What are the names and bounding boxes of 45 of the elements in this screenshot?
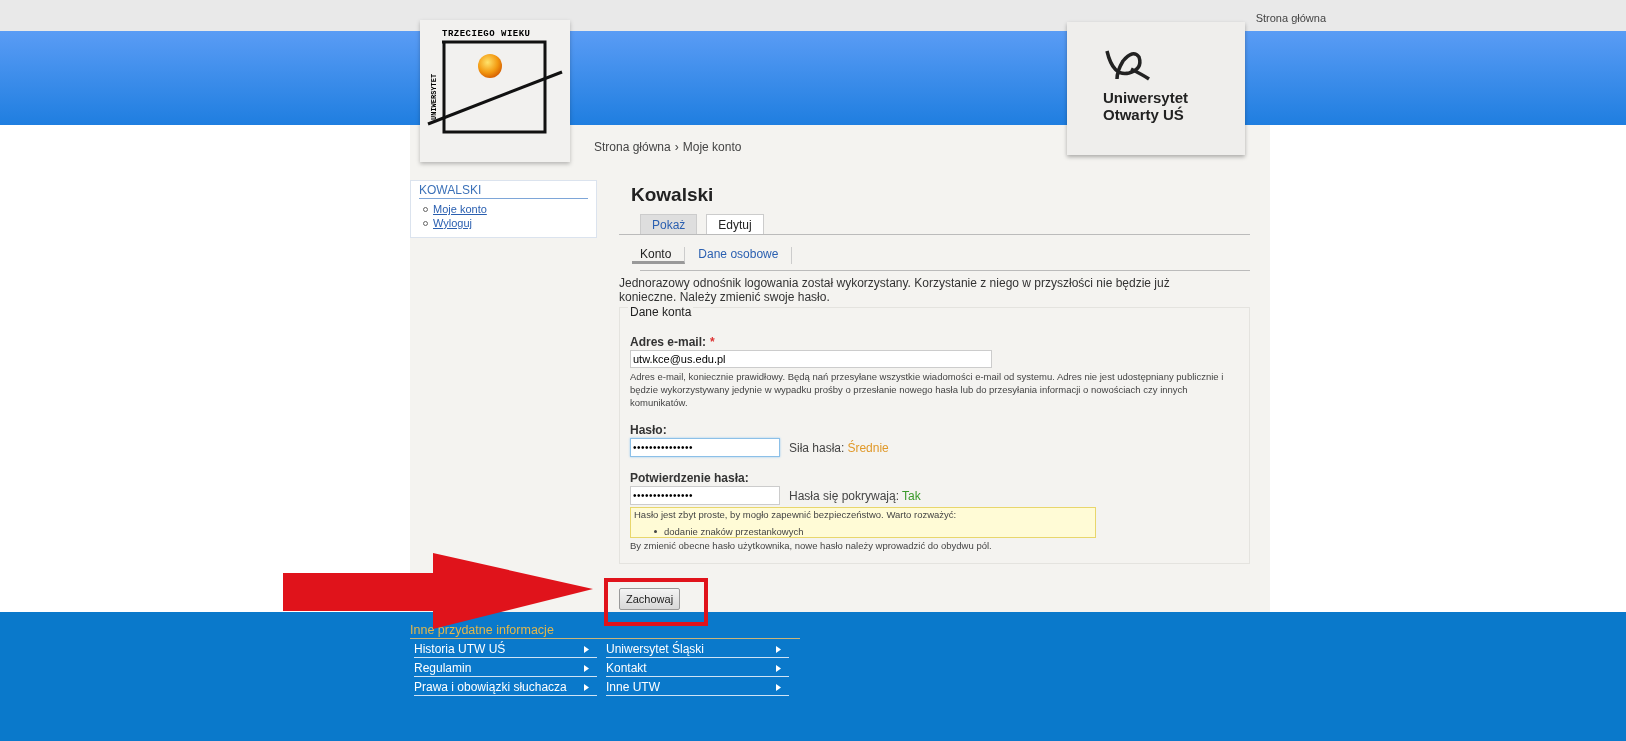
field-label: Hasło:	[630, 423, 668, 437]
chevron-icon	[776, 664, 781, 672]
menu-link[interactable]: Wyloguj	[433, 216, 473, 230]
password-status: Hasła się pokrywają:	[789, 488, 900, 503]
password-status-value: Średnie	[847, 440, 889, 455]
chevron-icon	[584, 645, 589, 653]
email-field[interactable]: utw.kce@us.edu.pl	[630, 350, 992, 368]
field-description: By zmienić obecne hasło użytkownika, nowe hasło należy wprowadzić do obydwu pól.	[630, 540, 993, 551]
subtab[interactable]: Dane osobowe	[685, 247, 793, 264]
tab[interactable]: Edytuj	[706, 214, 764, 234]
field-label: Potwierdzenie hasła:	[630, 471, 750, 485]
fieldset-legend: Dane konta	[628, 305, 694, 319]
field-description: Adres e-mail, koniecznie prawidłowy. Będą nań przesyłane wszystkie wiadomości e-mail od systemu. Adres nie jest udostępniany publicznie i będzie wykorzystywany jedynie w wypadku prośby o przesłanie nowego hasła lub do przesyłania informacji o nowościach czy innych komunikatów.	[630, 370, 1225, 409]
bullet-icon	[654, 530, 657, 533]
chevron-icon	[584, 683, 589, 691]
footer-link[interactable]: Regulamin	[414, 660, 597, 677]
footer-link[interactable]: Inne UTW	[606, 679, 789, 696]
subtab[interactable]: Konto	[632, 247, 686, 264]
page-title: Kowalski	[631, 184, 715, 206]
field-label: Adres e-mail:	[630, 335, 707, 349]
save-button[interactable]: Zachowaj	[619, 588, 681, 610]
breadcrumb-link[interactable]: Strona główna	[594, 140, 671, 180]
block-title: KOWALSKI	[419, 183, 588, 199]
breadcrumb-separator: ›	[674, 140, 679, 156]
status-message: Jednorazowy odnośnik logowania został wykorzystany. Korzystanie z niego w przyszłości nie będzie już konieczne. Należy zmienić swoje hasło.	[619, 276, 1171, 304]
logo-text: Otwarty UŚ	[1103, 106, 1184, 123]
footer-link[interactable]: Historia UTW UŚ	[414, 641, 597, 658]
suggestion-item: dodanie znaków przestankowych	[664, 526, 804, 537]
required-mark: *	[710, 335, 715, 349]
home-link[interactable]: Strona główna	[1255, 12, 1326, 25]
password-status-value: Tak	[902, 488, 921, 503]
footer-link[interactable]: Kontakt	[606, 660, 789, 677]
footer-link[interactable]: Prawa i obowiązki słuchacza	[414, 679, 597, 696]
chevron-icon	[776, 683, 781, 691]
suggestion-text: Hasło jest zbyt proste, by mogło zapewnić bezpieczeństwo. Warto rozważyć:	[634, 509, 958, 520]
breadcrumb-link[interactable]: Moje konto	[682, 140, 742, 180]
logo-text: Uniwersytet	[1103, 89, 1189, 106]
footer-link[interactable]: Uniwersytet Śląski	[606, 641, 789, 658]
tab[interactable]: Pokaż	[640, 214, 698, 234]
menu-link[interactable]: Moje konto	[433, 202, 487, 216]
chevron-icon	[776, 645, 781, 653]
chevron-icon	[584, 664, 589, 672]
password-status: Siła hasła:	[789, 440, 845, 455]
password-field[interactable]: •••••••••••••••	[630, 438, 780, 457]
password-field[interactable]: •••••••••••••••	[630, 486, 780, 505]
